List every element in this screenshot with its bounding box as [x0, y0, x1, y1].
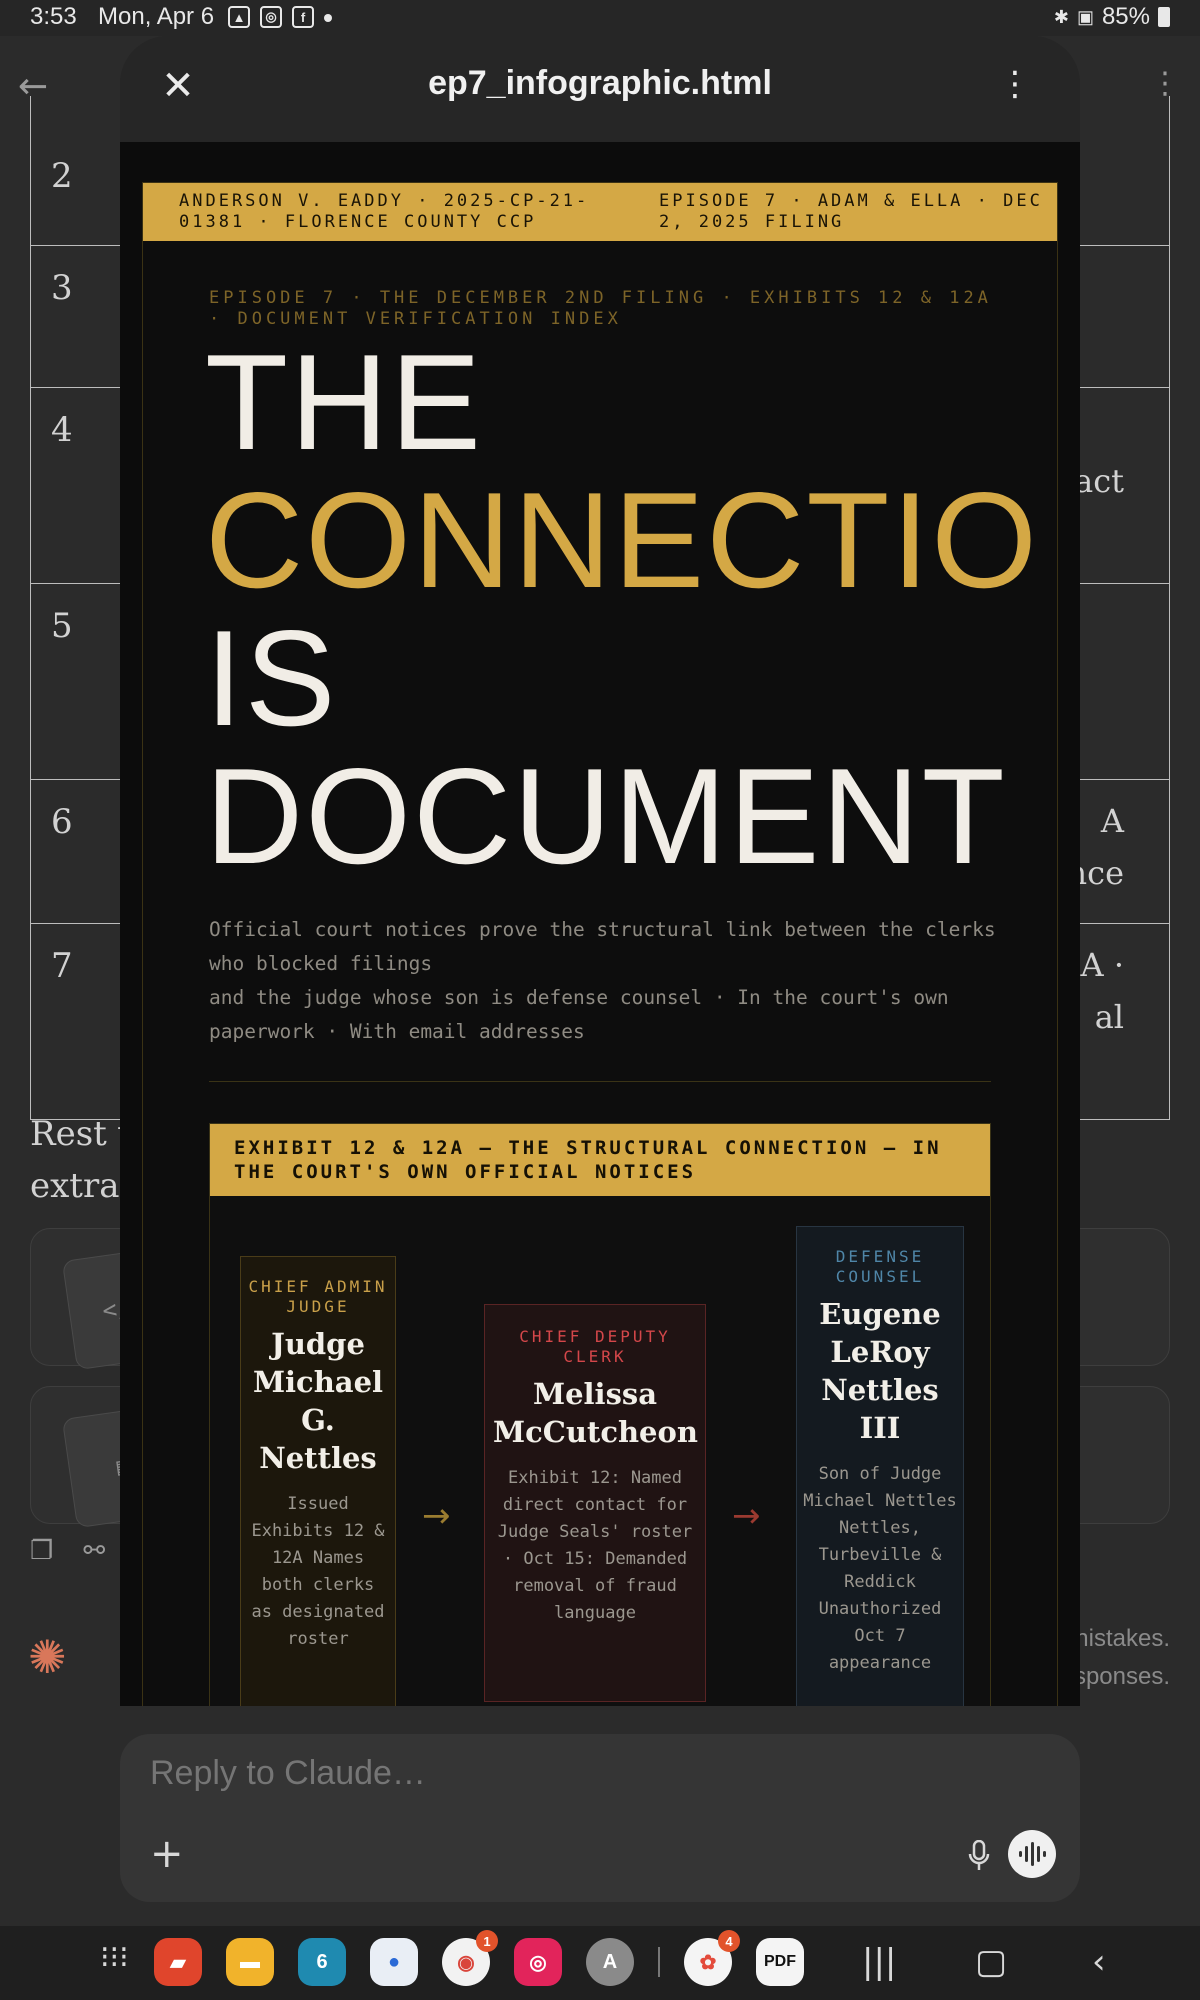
camera-app-icon[interactable]: ◎: [514, 1938, 562, 1986]
episode-caption: EPISODE 7 · ADAM & ELLA · DEC 2, 2025 FI…: [659, 191, 1043, 232]
row-text-fragment: al: [1094, 998, 1124, 1036]
app-dock: ▰ ▬ 6 ● ◉ 1 ◎ A ✿ 4 PDF: [154, 1930, 804, 1986]
navigation-bar: ⁝⁝⁝ ▰ ▬ 6 ● ◉ 1 ◎ A ✿ 4 PDF ||| ▢ ‹: [0, 1926, 1200, 2000]
infographic-page: ANDERSON V. EADDY · 2025-CP-21-01381 · F…: [142, 182, 1058, 1706]
node-description: Exhibit 12: Named direct contact for Jud…: [497, 1468, 693, 1623]
reply-composer: +: [120, 1734, 1080, 1902]
artifact-viewer: ✕ ep7_infographic.html ⋮ ANDERSON V. EAD…: [120, 36, 1080, 1706]
reply-input[interactable]: [150, 1754, 850, 1793]
node-chief-deputy-clerk: CHIEF DEPUTY CLERK Melissa McCutcheon Ex…: [484, 1304, 706, 1702]
status-time: 3:53: [30, 3, 77, 30]
node-role: CHIEF ADMIN JUDGE: [248, 1277, 388, 1316]
photos-app-icon[interactable]: ✿ 4: [684, 1930, 740, 1986]
claude-spark-icon: ✺: [28, 1630, 67, 1684]
exhibit-title: EXHIBIT 12 & 12A — THE STRUCTURAL CONNEC…: [234, 1137, 942, 1183]
artifact-viewport[interactable]: ANDERSON V. EADDY · 2025-CP-21-01381 · F…: [120, 142, 1080, 1706]
disclaimer-line: nistakes.: [1075, 1625, 1170, 1652]
row-number: 2: [51, 156, 73, 196]
node-description: Issued Exhibits 12 & 12A Names both cler…: [251, 1494, 385, 1649]
exhibit-title-bar: EXHIBIT 12 & 12A — THE STRUCTURAL CONNEC…: [210, 1124, 990, 1196]
headline: THE CONNECTIO IS DOCUMENT: [205, 326, 1057, 892]
disclaimer-line: sponses.: [1073, 1663, 1170, 1690]
row-number: 3: [51, 268, 73, 308]
headline-line: DOCUMENT: [205, 740, 1007, 892]
more-notifications-dot-icon: [324, 14, 332, 22]
message-actions: ❐ ⚯: [30, 1536, 105, 1566]
add-attachment-icon[interactable]: +: [150, 1834, 184, 1874]
episode-kicker: EPISODE 7 · THE DECEMBER 2ND FILING · EX…: [209, 288, 992, 329]
copy-icon[interactable]: ❐: [30, 1536, 53, 1566]
divider: [209, 1081, 991, 1082]
waveform-icon: [1019, 1842, 1046, 1866]
bluetooth-icon: ✱: [1053, 6, 1069, 27]
accessibility-app-icon[interactable]: A: [586, 1938, 634, 1986]
row-number: 5: [51, 606, 73, 646]
exhibit-panel: EXHIBIT 12 & 12A — THE STRUCTURAL CONNEC…: [209, 1123, 991, 1706]
home-icon[interactable]: ▢: [975, 1942, 1007, 1982]
node-role: CHIEF DEPUTY CLERK: [519, 1327, 671, 1366]
recent-apps-icon[interactable]: |||: [862, 1942, 896, 1982]
lede-paragraph: Official court notices prove the structu…: [209, 913, 999, 1049]
node-role: DEFENSE COUNSEL: [835, 1247, 925, 1286]
microphone-icon[interactable]: [968, 1840, 990, 1872]
node-name: Eugene LeRoy Nettles III: [819, 1297, 941, 1445]
battery-icon: [1158, 7, 1170, 27]
headline-line: THE: [205, 326, 483, 478]
chrome-app-icon[interactable]: ◉ 1: [442, 1930, 498, 1986]
voice-mode-button[interactable]: [1008, 1830, 1056, 1878]
row-text-fragment: A: [1100, 802, 1124, 840]
row-number: 6: [51, 802, 73, 842]
more-vertical-icon[interactable]: ⋮: [998, 64, 1032, 104]
row-number: 7: [51, 946, 73, 986]
notification-badge: 4: [718, 1930, 740, 1952]
messages-app-icon[interactable]: ●: [370, 1938, 418, 1986]
battery-percent: 85%: [1101, 3, 1150, 30]
back-icon[interactable]: ‹: [1092, 1942, 1106, 1982]
screenshot-icon: ◎: [260, 6, 282, 28]
artifact-title: ep7_infographic.html: [428, 64, 772, 102]
lede-line: Official court notices prove the structu…: [209, 918, 996, 975]
notes-app-icon[interactable]: ▰: [154, 1938, 202, 1986]
headline-line-accent: CONNECTIO: [205, 464, 1039, 616]
row-number: 4: [51, 410, 73, 450]
headline-line: IS: [205, 602, 338, 754]
arrow-right-icon: →: [732, 1496, 761, 1536]
disclaimer-text: nistakes. sponses.: [1074, 1620, 1170, 1696]
share-icon[interactable]: ⚯: [83, 1536, 105, 1566]
node-description: Son of Judge Michael Nettles Nettles, Tu…: [803, 1464, 957, 1673]
arrow-right-icon: →: [422, 1496, 451, 1536]
dock-separator: [658, 1947, 660, 1977]
notification-badge: 1: [476, 1930, 498, 1952]
status-date: Mon, Apr 6: [98, 3, 215, 30]
artifact-header: ✕ ep7_infographic.html ⋮: [120, 36, 1080, 142]
files-app-icon[interactable]: ▬: [226, 1938, 274, 1986]
row-text-fragment: A ·: [1080, 946, 1124, 984]
lede-line: and the judge whose son is defense couns…: [209, 986, 949, 1043]
notification-icons: ▲ ◎ f: [228, 6, 332, 28]
vibrate-icon: ▣: [1076, 6, 1094, 27]
app-drawer-icon[interactable]: ⁝⁝⁝: [100, 1940, 129, 1975]
node-defense-counsel: DEFENSE COUNSEL Eugene LeRoy Nettles III…: [796, 1226, 964, 1706]
pdf-app-icon[interactable]: PDF: [756, 1938, 804, 1986]
status-bar: 3:53 Mon, Apr 6 ▲ ◎ f ✱ ▣ 85%: [0, 0, 1200, 36]
node-chief-admin-judge: CHIEF ADMIN JUDGE Judge Michael G. Nettl…: [240, 1256, 396, 1706]
gallery-icon: ▲: [228, 6, 250, 28]
node-name: Judge Michael G. Nettles: [252, 1327, 384, 1475]
node-name: Melissa McCutcheon: [493, 1377, 698, 1449]
facebook-icon: f: [292, 6, 314, 28]
case-caption: ANDERSON V. EADDY · 2025-CP-21-01381 · F…: [179, 191, 590, 232]
calendar-app-icon[interactable]: 6: [298, 1938, 346, 1986]
status-right: ✱ ▣ 85%: [1054, 3, 1170, 31]
case-banner: ANDERSON V. EADDY · 2025-CP-21-01381 · F…: [143, 183, 1057, 241]
